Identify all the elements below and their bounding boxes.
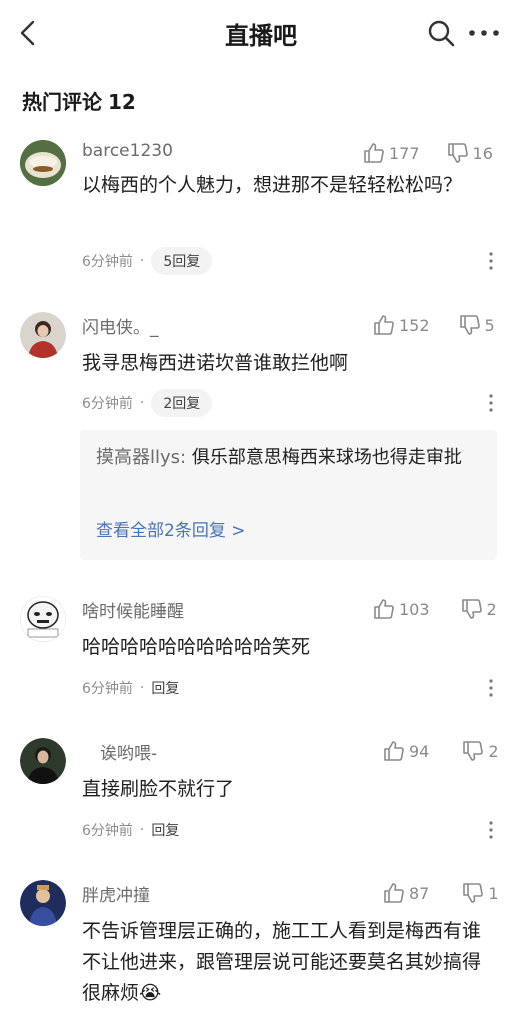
thumbs-down-icon [459, 315, 480, 335]
section-title: 热门评论 12 [22, 86, 136, 115]
avatar-image-icon [20, 738, 66, 784]
like-button[interactable]: 87 [382, 881, 429, 905]
comment-username[interactable]: barce1230 [82, 141, 173, 161]
dislike-count: 16 [472, 143, 493, 163]
comment-text: 哈哈哈哈哈哈哈哈哈哈笑死 [82, 636, 311, 658]
sub-reply-content: 摸高器llys: 俱乐部意思梅西来球场也得走审批 [96, 442, 486, 474]
comment-text: 直接刷脸不就行了 [82, 778, 235, 800]
vertical-ellipsis-icon[interactable] [484, 392, 498, 414]
avatar-image-icon [20, 596, 66, 642]
comment-meta: 6分钟前 · 回复 [82, 673, 179, 703]
sub-reply-username[interactable]: 摸高器llys: [96, 447, 186, 468]
comment-stats: 103 2 [372, 597, 497, 621]
thumbs-up-icon [374, 599, 394, 619]
comment-item: barce1230 177 16 以梅西的个人魅力，想进那不是轻轻松松吗？ 6分… [0, 140, 522, 280]
comment-stats: 94 2 [382, 739, 499, 763]
dislike-count: 5 [484, 315, 495, 335]
comment-item: 胖虎冲撞 87 1 不告诉管理层正确的，施工工人看到是梅西有谁不让他进来，跟管理… [0, 880, 522, 1014]
avatar[interactable] [20, 312, 66, 358]
dislike-button[interactable]: 5 [458, 313, 495, 337]
avatar[interactable] [20, 140, 66, 186]
avatar[interactable] [20, 596, 66, 642]
sub-reply-box: 摸高器llys: 俱乐部意思梅西来球场也得走审批 查看全部2条回复 > [80, 430, 497, 560]
thumbs-down-icon [463, 741, 484, 761]
thumbs-down-icon [461, 599, 482, 619]
dislike-button[interactable]: 16 [446, 141, 493, 165]
like-count: 177 [389, 143, 420, 163]
reply-button[interactable]: 回复 [151, 678, 179, 698]
comment-item: 闪电侠。_ 152 5 我寻思梅西进诺坎普谁敢拦他啊 6分钟前 · 2回复 摸高… [0, 312, 522, 562]
like-count: 103 [399, 599, 430, 619]
thumbs-up-icon [384, 883, 404, 903]
avatar-image-icon [20, 880, 66, 926]
vertical-ellipsis-icon[interactable] [484, 250, 498, 272]
comment-text: 不告诉管理层正确的，施工工人看到是梅西有谁不让他进来，跟管理层说可能还要莫名其妙… [82, 916, 497, 1009]
reply-button[interactable]: 5回复 [151, 247, 213, 275]
like-button[interactable]: 177 [362, 141, 420, 165]
reply-button[interactable]: 2回复 [151, 389, 213, 417]
comment-meta: 6分钟前 · 回复 [82, 815, 179, 845]
search-icon[interactable] [426, 18, 456, 48]
comment-username[interactable]: 胖虎冲撞 [82, 881, 150, 906]
comment-text: 我寻思梅西进诺坎普谁敢拦他啊 [82, 352, 349, 374]
section-title-label: 热门评论 [22, 90, 102, 114]
avatar[interactable] [20, 738, 66, 784]
comment-stats: 152 5 [372, 313, 495, 337]
avatar[interactable] [20, 880, 66, 926]
comment-username[interactable]: 诶哟喂- [100, 739, 157, 764]
avatar-image-icon [20, 312, 66, 358]
dislike-count: 2 [488, 741, 499, 761]
comment-stats: 177 16 [362, 141, 493, 165]
vertical-ellipsis-icon[interactable] [484, 677, 498, 699]
comment-username[interactable]: 啥时候能睡醒 [82, 597, 184, 622]
comment-item: 诶哟喂- 94 2 直接刷脸不就行了 6分钟前 · 回复 [0, 738, 522, 848]
view-all-replies-link[interactable]: 查看全部2条回复 > [96, 516, 245, 541]
like-count: 87 [409, 883, 430, 903]
comment-text: 以梅西的个人魅力，想进那不是轻轻松松吗？ [82, 174, 463, 196]
comment-meta: 6分钟前 · 5回复 [82, 246, 213, 276]
comment-time: 6分钟前 [82, 254, 133, 270]
dislike-button[interactable]: 1 [461, 881, 499, 905]
comment-item: 啥时候能睡醒 103 2 哈哈哈哈哈哈哈哈哈哈笑死 6分钟前 · 回复 [0, 596, 522, 706]
dislike-button[interactable]: 2 [460, 597, 497, 621]
ellipsis-icon[interactable] [466, 20, 502, 46]
meta-separator: · [139, 395, 145, 411]
meta-separator: · [139, 822, 145, 838]
avatar-image-icon [20, 140, 66, 186]
comment-count: 12 [108, 90, 136, 114]
comment-time: 6分钟前 [82, 396, 133, 412]
thumbs-up-icon [384, 741, 404, 761]
thumbs-up-icon [364, 143, 384, 163]
reply-button[interactable]: 回复 [151, 820, 179, 840]
like-button[interactable]: 94 [382, 739, 429, 763]
thumbs-down-icon [463, 883, 484, 903]
crying-emoji-icon: 😭 [139, 982, 162, 1004]
dislike-count: 1 [488, 883, 499, 903]
like-count: 94 [409, 741, 430, 761]
meta-separator: · [139, 253, 145, 269]
meta-separator: · [139, 680, 145, 696]
comment-username[interactable]: 闪电侠。_ [82, 313, 159, 338]
comment-time: 6分钟前 [82, 823, 133, 839]
top-bar: 直播吧 [0, 0, 522, 66]
like-button[interactable]: 152 [372, 313, 430, 337]
sub-reply-text: 俱乐部意思梅西来球场也得走审批 [191, 447, 462, 468]
comment-meta: 6分钟前 · 2回复 [82, 388, 213, 418]
comment-time: 6分钟前 [82, 681, 133, 697]
like-count: 152 [399, 315, 430, 335]
thumbs-up-icon [374, 315, 394, 335]
dislike-button[interactable]: 2 [461, 739, 499, 763]
thumbs-down-icon [447, 143, 468, 163]
comment-stats: 87 1 [382, 881, 499, 905]
dislike-count: 2 [486, 599, 497, 619]
vertical-ellipsis-icon[interactable] [484, 819, 498, 841]
like-button[interactable]: 103 [372, 597, 430, 621]
